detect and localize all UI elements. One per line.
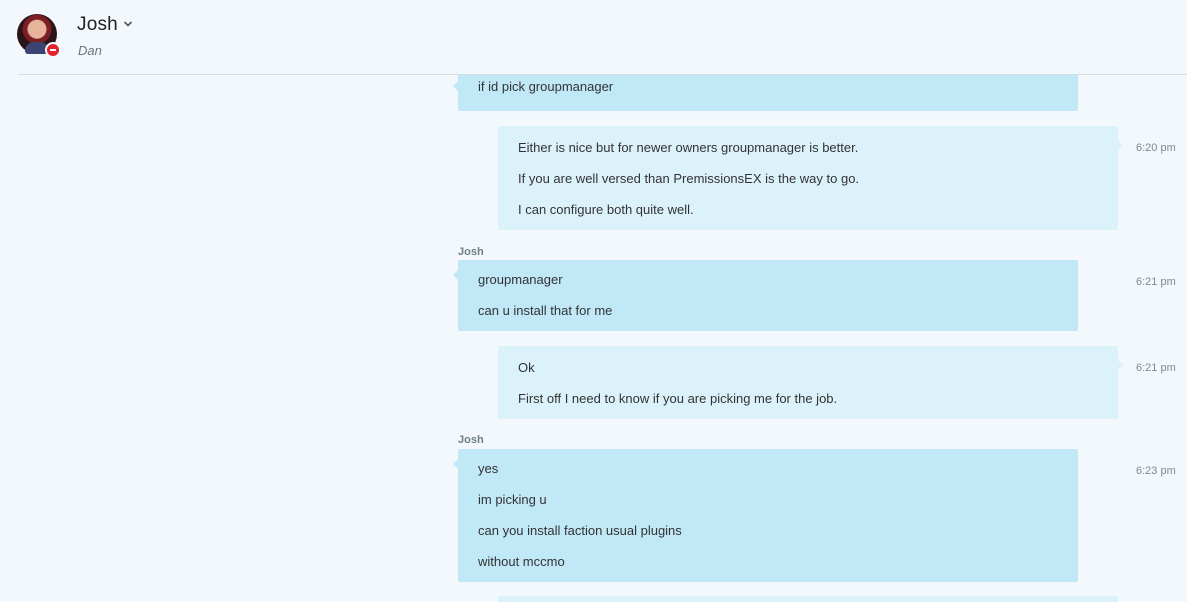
message-bubble-incoming[interactable]: if id pick groupmanager	[453, 75, 1078, 111]
message-text: can u install that for me	[478, 303, 613, 318]
message-text: without mccmo	[478, 554, 565, 569]
message-timestamp: 6:23 pm	[1136, 465, 1176, 477]
message-text: im picking u	[478, 492, 547, 507]
message-bubble-outgoing[interactable]: Either is nice but for newer owners grou…	[498, 126, 1123, 230]
message-text: I can configure both quite well.	[518, 202, 694, 217]
message-text: yes	[478, 461, 499, 476]
contact-name[interactable]: Josh	[77, 14, 118, 36]
message-text: can you install faction usual plugins	[478, 523, 682, 538]
message-bubble-outgoing[interactable]: Ok First off I need to know if you are p…	[498, 346, 1123, 419]
message-sender: Josh	[458, 434, 484, 446]
contact-mood-message: Dan	[78, 43, 102, 58]
message-text: First off I need to know if you are pick…	[518, 391, 838, 406]
message-text: If you are well versed than PremissionsE…	[518, 171, 860, 186]
message-timestamp: 6:21 pm	[1136, 276, 1176, 288]
chat-header: Josh Dan	[0, 0, 1187, 75]
message-timestamp: 6:20 pm	[1136, 142, 1176, 154]
message-text: Either is nice but for newer owners grou…	[518, 140, 859, 155]
message-bubble-incoming[interactable]: groupmanager can u install that for me	[453, 260, 1078, 331]
chevron-down-icon[interactable]	[122, 18, 134, 30]
message-text: groupmanager	[478, 272, 563, 287]
message-timestamp: 6:21 pm	[1136, 362, 1176, 374]
do-not-disturb-status-icon	[45, 42, 61, 58]
message-bubble-incoming[interactable]: yes im picking u can you install faction…	[453, 449, 1078, 582]
message-list[interactable]: if id pick groupmanager Either is nice b…	[0, 75, 1187, 602]
message-bubble-outgoing[interactable]	[498, 596, 1118, 602]
message-text: Ok	[518, 360, 535, 375]
message-text: if id pick groupmanager	[478, 79, 614, 94]
message-sender: Josh	[458, 246, 484, 258]
